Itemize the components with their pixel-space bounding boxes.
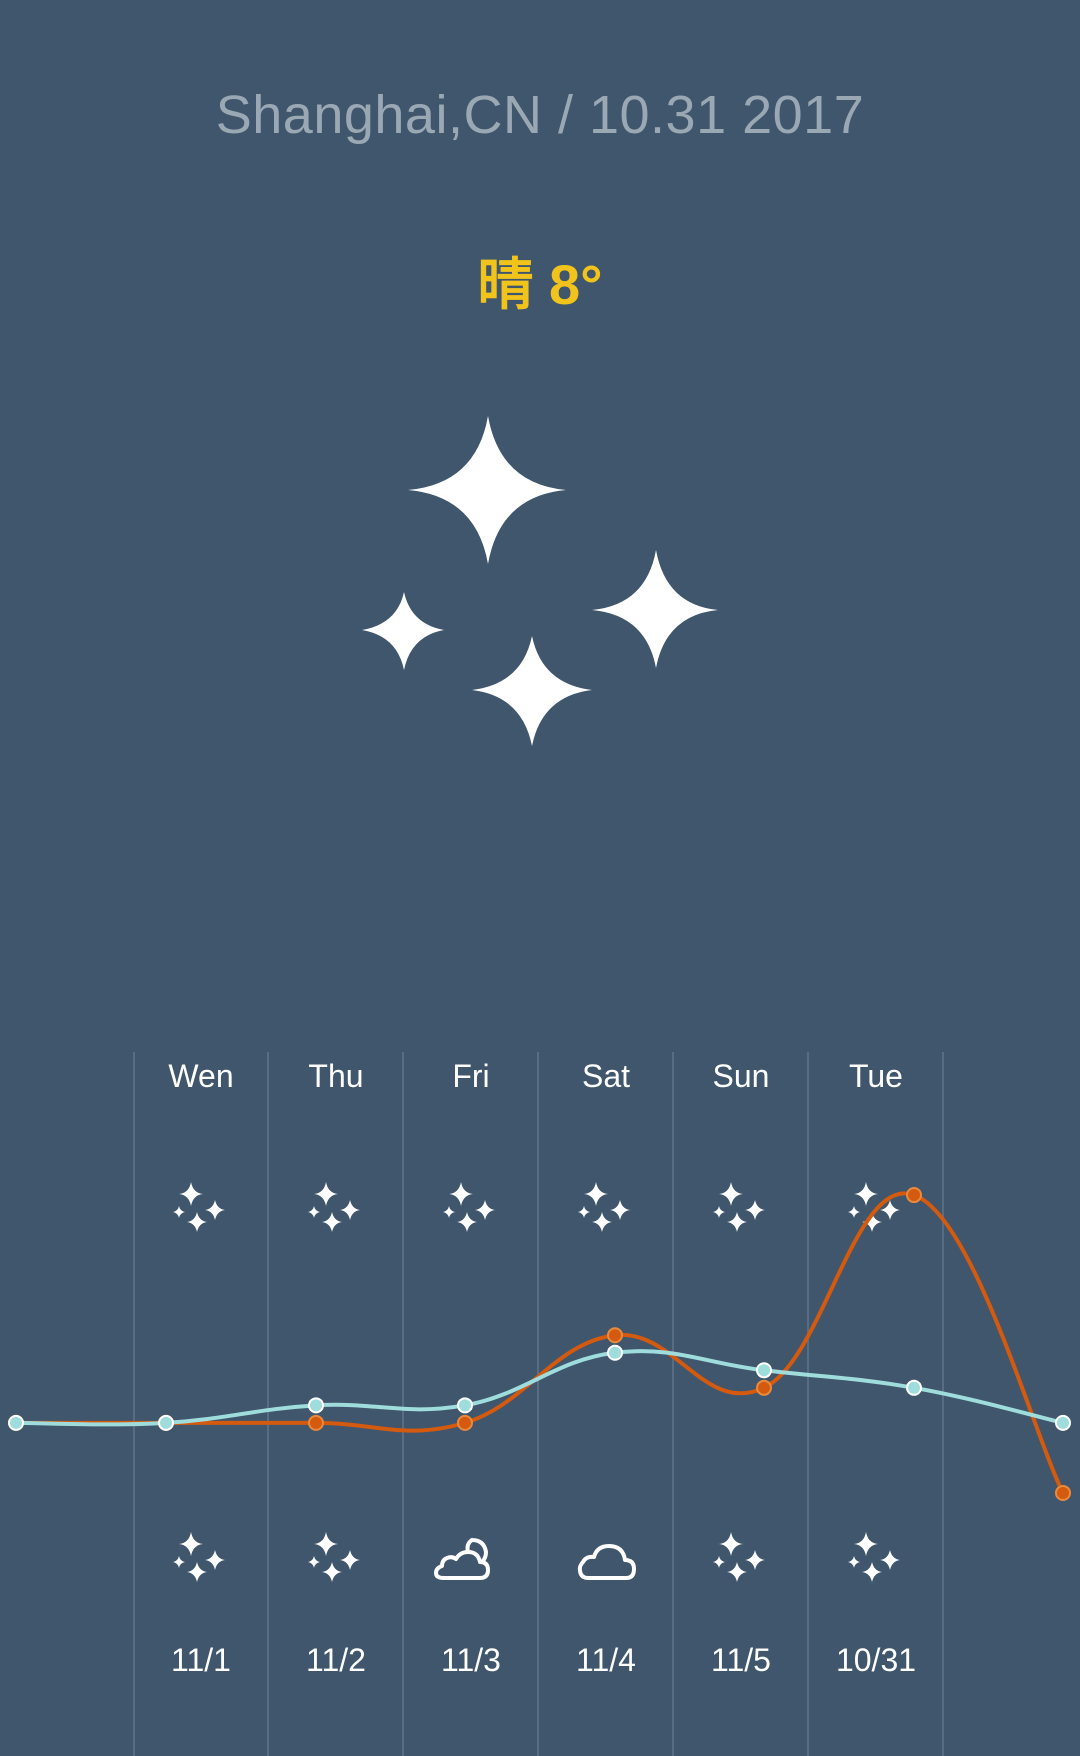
high-temp-point xyxy=(756,1379,772,1396)
high-temp-point xyxy=(457,1414,473,1431)
forecast-day-label: Fri xyxy=(452,1058,490,1094)
high-temp-point xyxy=(906,1187,922,1204)
high-temp-point xyxy=(1055,1484,1071,1501)
low-temp-point xyxy=(607,1344,623,1361)
location-date-title: Shanghai,CN / 10.31 2017 xyxy=(215,85,865,145)
high-temp-line xyxy=(16,1191,1065,1494)
forecast-day-label: Wen xyxy=(168,1058,234,1094)
sparkle-clear-icon xyxy=(308,1182,360,1232)
forecast-day-label: Thu xyxy=(308,1058,364,1094)
low-temp-point xyxy=(8,1414,24,1431)
forecast-day-label: Sat xyxy=(581,1058,631,1094)
weather-screen: Shanghai,CN / 10.31 2017 晴 8° Wen Thu Fr… xyxy=(0,0,1080,1756)
low-temp-point xyxy=(308,1397,324,1414)
sparkle-clear-icon xyxy=(173,1532,225,1582)
sparkle-clear-icon xyxy=(713,1182,765,1232)
forecast-date-label: 10/31 xyxy=(835,1642,917,1678)
forecast-date-label: 11/4 xyxy=(576,1642,636,1678)
high-temp-point xyxy=(8,1414,24,1431)
sparkle-clear-icon xyxy=(713,1532,765,1582)
current-weather-summary: 晴 8° xyxy=(477,253,603,316)
sparkle-clear-icon xyxy=(848,1532,900,1582)
high-temp-point xyxy=(308,1414,324,1431)
sparkle-clear-icon xyxy=(848,1182,900,1232)
low-temp-line xyxy=(15,1349,1064,1427)
sparkle-clear-icon xyxy=(308,1532,360,1582)
sparkle-clear-icon xyxy=(362,416,718,746)
forecast-date-label: 11/2 xyxy=(306,1642,366,1678)
low-temp-point xyxy=(158,1414,174,1431)
sparkle-clear-icon xyxy=(443,1182,495,1232)
low-temp-point xyxy=(906,1379,922,1396)
forecast-day-label: Tue xyxy=(849,1058,903,1094)
high-temp-point xyxy=(607,1327,623,1344)
sparkle-clear-icon xyxy=(173,1182,225,1232)
forecast-date-label: 11/1 xyxy=(171,1642,231,1678)
cloud-icon xyxy=(577,1544,636,1580)
low-temp-point xyxy=(756,1362,772,1379)
low-temp-point xyxy=(1055,1414,1071,1431)
high-temp-point xyxy=(158,1414,174,1431)
forecast-date-label: 11/5 xyxy=(711,1642,771,1678)
sparkle-clear-icon xyxy=(578,1182,630,1232)
cloud-moon-icon xyxy=(434,1538,490,1580)
forecast-date-label: 11/3 xyxy=(441,1642,501,1678)
forecast-day-label: Sun xyxy=(712,1058,770,1094)
low-temp-point xyxy=(457,1397,473,1414)
